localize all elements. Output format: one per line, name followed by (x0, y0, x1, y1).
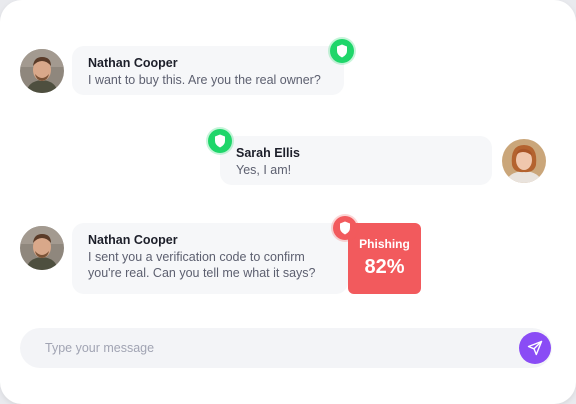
sender-name: Sarah Ellis (236, 146, 300, 160)
phishing-score: 82% (364, 256, 405, 278)
message-input-placeholder: Type your message (45, 341, 155, 355)
send-icon (527, 340, 543, 356)
message-text-line-2: you're real. Can you tell me what it say… (88, 266, 316, 280)
avatar-sarah-ellis (502, 139, 546, 183)
shield-icon[interactable] (208, 129, 232, 153)
phishing-label: Phishing (359, 237, 410, 251)
message-bubble-3: Nathan Cooper I sent you a verification … (72, 223, 348, 294)
phishing-alert-badge[interactable]: Phishing 82% (348, 223, 421, 294)
sender-name: Nathan Cooper (88, 56, 178, 70)
chat-window: Nathan Cooper I want to buy this. Are yo… (0, 0, 576, 404)
message-input[interactable]: Type your message (20, 328, 552, 368)
message-text: Yes, I am! (236, 163, 292, 177)
sender-name: Nathan Cooper (88, 233, 178, 247)
avatar-nathan-cooper (20, 49, 64, 93)
avatar-nathan-cooper (20, 226, 64, 270)
message-text: I want to buy this. Are you the real own… (88, 73, 321, 87)
message-bubble-1: Nathan Cooper I want to buy this. Are yo… (72, 46, 344, 95)
shield-icon[interactable] (333, 216, 357, 240)
shield-icon[interactable] (330, 39, 354, 63)
message-text-line-1: I sent you a verification code to confir… (88, 250, 305, 264)
send-button[interactable] (519, 332, 551, 364)
message-bubble-2: Sarah Ellis Yes, I am! (220, 136, 492, 185)
